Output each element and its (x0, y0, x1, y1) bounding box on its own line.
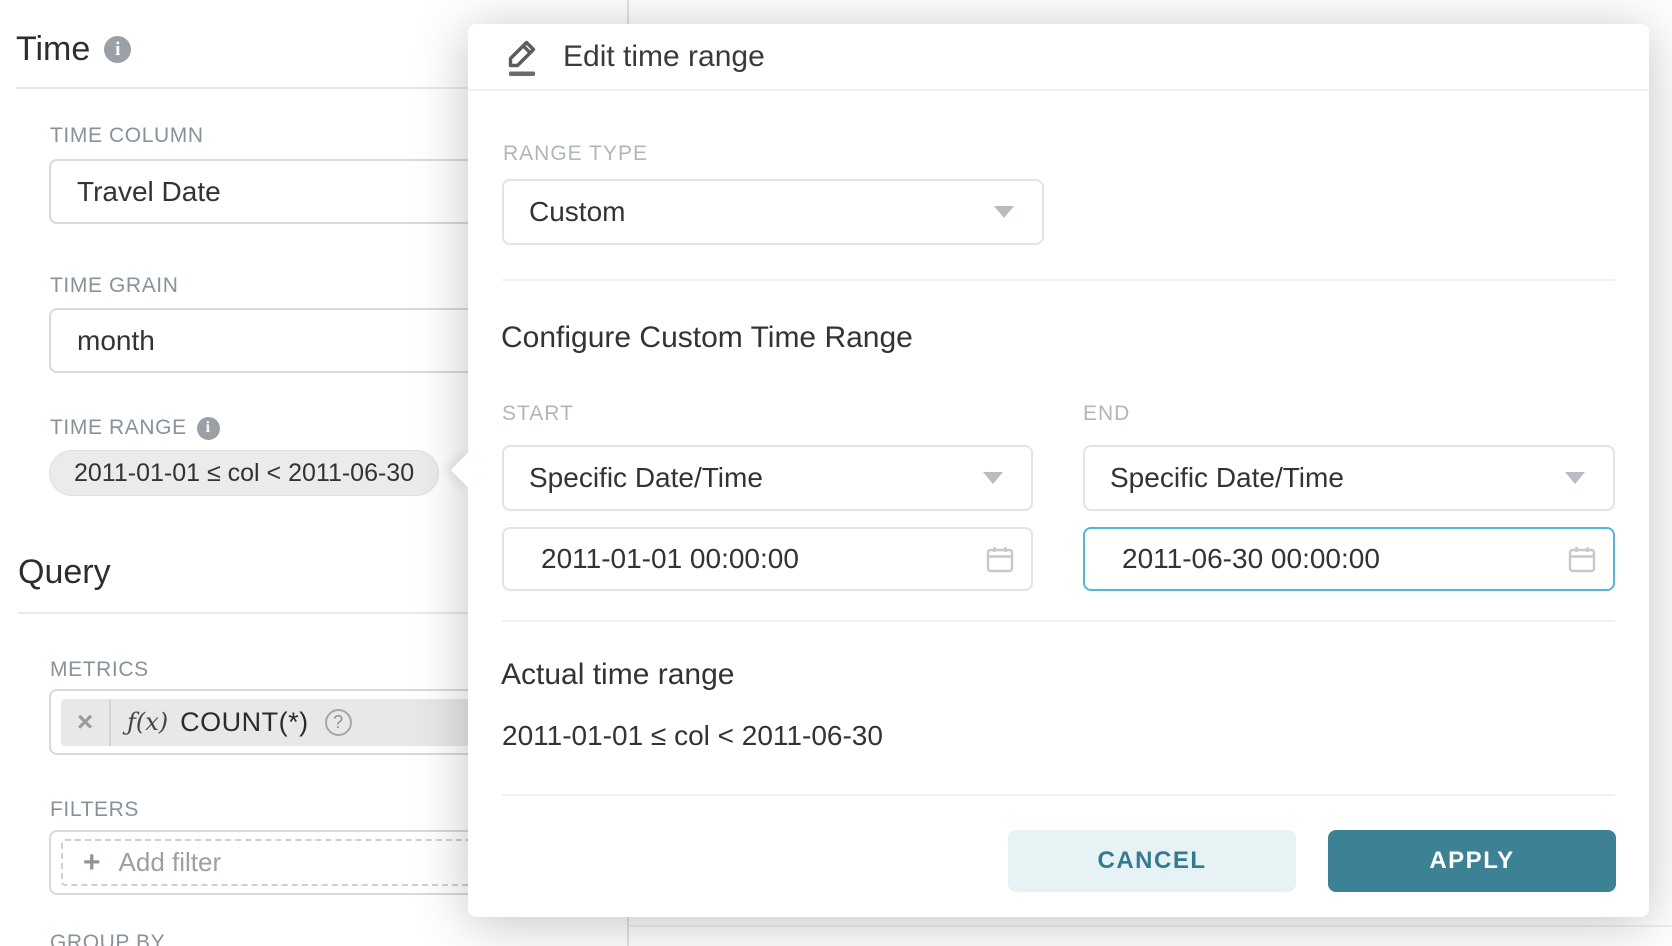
info-icon[interactable]: i (197, 417, 220, 440)
caret-down-icon (994, 206, 1014, 218)
apply-button[interactable]: APPLY (1328, 830, 1616, 892)
question-circle-icon[interactable]: ? (325, 709, 352, 736)
cancel-button[interactable]: CANCEL (1008, 830, 1296, 892)
configure-heading: Configure Custom Time Range (501, 321, 913, 355)
calendar-icon[interactable] (1567, 544, 1597, 574)
range-type-value: Custom (529, 196, 625, 228)
time-range-label-text: TIME RANGE (50, 416, 187, 440)
start-label: START (502, 402, 1033, 426)
start-datetime-input[interactable] (502, 527, 1033, 591)
close-icon[interactable]: × (61, 699, 111, 746)
plus-icon: + (83, 846, 101, 880)
metrics-label: METRICS (50, 658, 149, 682)
add-filter-label: Add filter (119, 847, 222, 878)
start-mode-select[interactable]: Specific Date/Time (502, 445, 1033, 511)
filters-label: FILTERS (50, 798, 139, 822)
popover-arrow (451, 452, 488, 489)
modal-divider (502, 620, 1615, 622)
end-mode-select[interactable]: Specific Date/Time (1083, 445, 1615, 511)
end-datetime-input[interactable] (1083, 527, 1615, 591)
modal-divider (502, 794, 1615, 796)
modal-title: Edit time range (563, 40, 765, 74)
function-icon: ƒ(x) (127, 708, 168, 736)
time-section-label: Time (16, 30, 90, 69)
edit-time-range-modal: Edit time range RANGE TYPE Custom Config… (468, 24, 1649, 917)
query-section-title: Query (18, 553, 111, 592)
time-section-title: Time i (16, 30, 131, 69)
metric-chip-label: COUNT(*) (180, 707, 308, 738)
caret-down-icon (983, 472, 1003, 484)
query-section-label: Query (18, 553, 111, 592)
explore-page: Time i TIME COLUMN Travel Date TIME GRAI… (0, 0, 1672, 946)
chart-area-edge (628, 925, 1672, 927)
caret-down-icon (1565, 472, 1585, 484)
group-by-label: GROUP BY (50, 931, 165, 946)
time-range-label: TIME RANGE i (50, 416, 220, 440)
calendar-icon[interactable] (985, 544, 1015, 574)
time-range-pill-value: 2011-01-01 ≤ col < 2011-06-30 (74, 459, 414, 488)
actual-time-range-value: 2011-01-01 ≤ col < 2011-06-30 (502, 720, 883, 752)
end-label: END (1083, 402, 1615, 426)
time-column-value: Travel Date (77, 176, 221, 208)
start-column: START Specific Date/Time (502, 402, 1033, 591)
time-grain-label: TIME GRAIN (50, 274, 179, 298)
actual-time-range-heading: Actual time range (501, 658, 734, 692)
edit-pencil-icon (505, 37, 539, 77)
end-column: END Specific Date/Time (1083, 402, 1615, 591)
time-column-label: TIME COLUMN (50, 124, 204, 148)
range-type-label: RANGE TYPE (503, 142, 648, 166)
modal-divider (502, 279, 1615, 281)
range-type-select[interactable]: Custom (502, 179, 1044, 245)
start-mode-value: Specific Date/Time (529, 462, 763, 494)
time-grain-value: month (77, 325, 155, 357)
modal-header: Edit time range (468, 24, 1649, 91)
time-range-pill[interactable]: 2011-01-01 ≤ col < 2011-06-30 (49, 450, 439, 496)
end-mode-value: Specific Date/Time (1110, 462, 1344, 494)
info-icon[interactable]: i (104, 36, 131, 63)
